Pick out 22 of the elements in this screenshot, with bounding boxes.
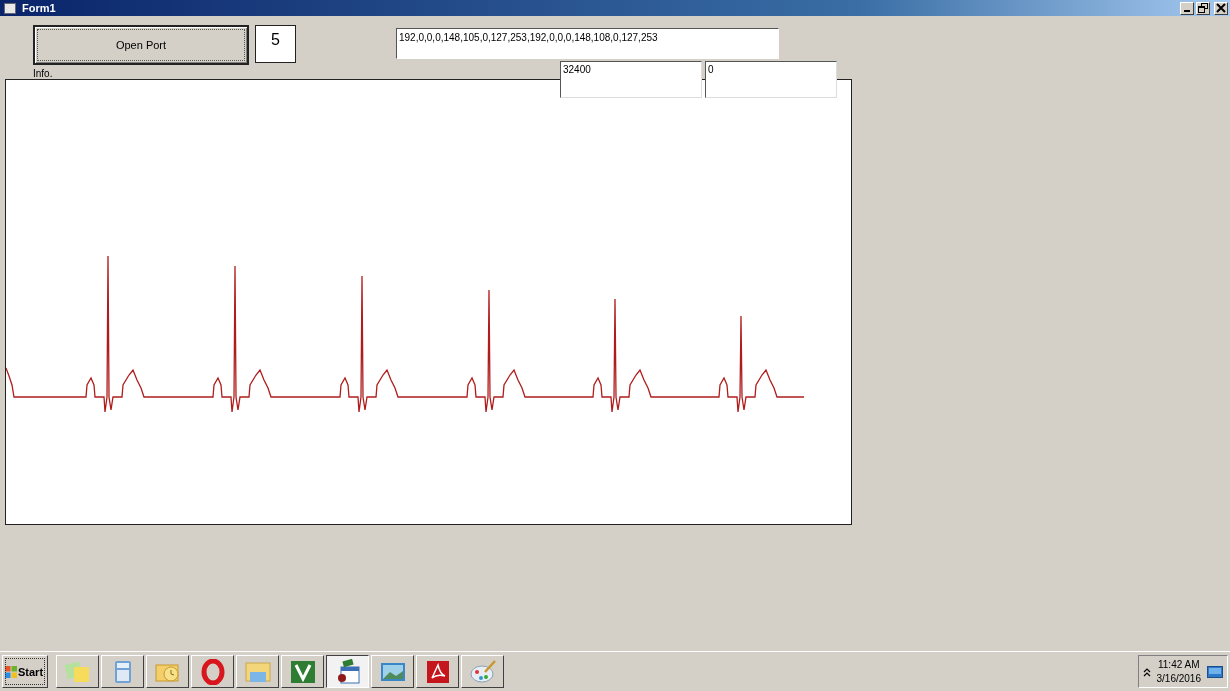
clock-time: 11:42 AM — [1158, 657, 1200, 672]
window-title: Form1 — [22, 2, 57, 14]
clock-date: 3/16/2016 — [1156, 671, 1201, 686]
close-icon — [1216, 3, 1226, 13]
start-button[interactable]: Start — [2, 655, 48, 688]
minimize-icon — [1184, 10, 1190, 12]
close-button[interactable] — [1214, 1, 1228, 15]
restore-icon — [1198, 3, 1208, 13]
window-icon — [4, 2, 16, 14]
data-field[interactable]: 192,0,0,0,148,105,0,127,253,192,0,0,0,148,108,0,127,253 — [396, 28, 779, 59]
windows-logo-icon — [5, 665, 17, 678]
count-display: 5 — [255, 25, 296, 63]
paint-palette-icon — [467, 658, 498, 685]
restore-button[interactable] — [1196, 1, 1210, 15]
info-label: Info. — [33, 68, 53, 79]
desktop-icon[interactable] — [1207, 665, 1223, 678]
open-port-button[interactable]: Open Port — [33, 25, 249, 65]
value-field[interactable]: 32400 — [560, 61, 702, 98]
show-hidden-icons-button[interactable] — [1142, 666, 1151, 677]
taskbar-app-button[interactable] — [326, 655, 369, 688]
value-field[interactable]: 0 — [705, 61, 837, 98]
minimize-button[interactable] — [1180, 1, 1194, 15]
